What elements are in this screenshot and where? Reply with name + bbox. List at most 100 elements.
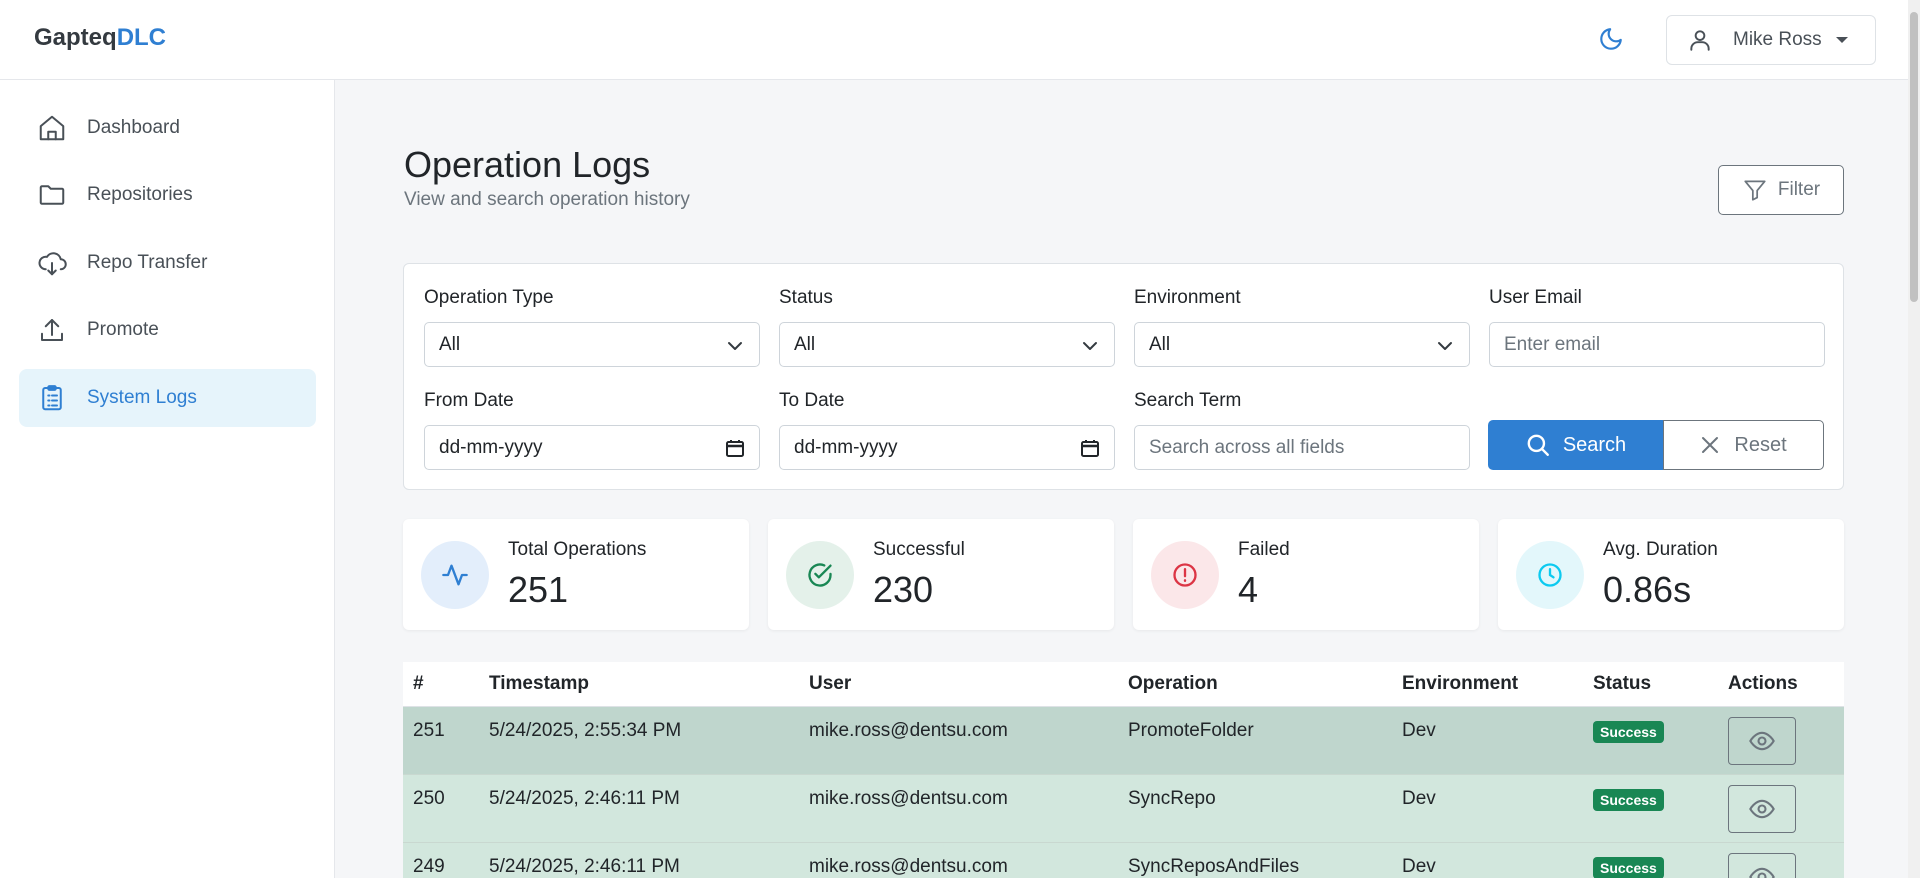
stat-value: 4 (1238, 569, 1259, 610)
to-date-label: To Date (779, 390, 845, 411)
stat-card-avg-duration: Avg. Duration 0.86s (1498, 519, 1844, 630)
operation-type-select[interactable]: All (424, 322, 760, 367)
brand-name: Gapteq (34, 24, 117, 51)
cell-operation: PromoteFolder (1128, 720, 1254, 741)
user-name: Mike Ross (1733, 29, 1822, 50)
operation-type-label: Operation Type (424, 287, 554, 308)
stat-label: Successful (873, 539, 965, 560)
search-button-label: Search (1562, 433, 1627, 456)
clipboard-list-icon (42, 385, 62, 411)
user-menu-button[interactable]: Mike Ross (1666, 15, 1876, 65)
view-details-button[interactable] (1728, 853, 1796, 878)
chevron-down-icon (1083, 342, 1097, 350)
cell-timestamp: 5/24/2025, 2:55:34 PM (489, 720, 682, 741)
stat-card-total-operations: Total Operations 251 (403, 519, 749, 630)
from-date-label: From Date (424, 390, 514, 411)
alert-circle-icon (1151, 541, 1219, 609)
cell-environment: Dev (1402, 856, 1436, 877)
column-header: Operation (1128, 673, 1218, 694)
close-icon (1702, 437, 1719, 453)
status-badge: Success (1593, 721, 1664, 743)
calendar-icon[interactable] (1080, 438, 1100, 458)
cell-environment: Dev (1402, 788, 1436, 809)
upload-icon (41, 319, 63, 341)
user-email-label: User Email (1489, 287, 1582, 308)
to-date-placeholder: dd-mm-yyyy (794, 436, 898, 458)
sidebar-item-dashboard[interactable]: Dashboard (19, 99, 316, 157)
brand-logo[interactable]: GapteqDLC (34, 24, 166, 52)
operation-type-value: All (439, 333, 461, 355)
column-header: Actions (1728, 673, 1798, 694)
search-term-placeholder: Search across all fields (1149, 436, 1345, 458)
status-select[interactable]: All (779, 322, 1115, 367)
search-icon (1527, 434, 1549, 456)
column-header: Environment (1402, 673, 1519, 694)
environment-label: Environment (1134, 287, 1241, 308)
chevron-down-icon (728, 342, 742, 350)
scrollbar-thumb[interactable] (1910, 12, 1918, 302)
stat-card-successful: Successful 230 (768, 519, 1114, 630)
search-term-input[interactable]: Search across all fields (1134, 425, 1470, 470)
cell-user: mike.ross@dentsu.com (809, 788, 1008, 809)
stat-label: Total Operations (508, 539, 647, 560)
table-row[interactable]: 251 5/24/2025, 2:55:34 PM mike.ross@dent… (403, 707, 1844, 775)
cell-timestamp: 5/24/2025, 2:46:11 PM (489, 788, 680, 809)
calendar-icon[interactable] (725, 438, 745, 458)
moon-icon (1600, 28, 1622, 50)
sidebar-item-repo-transfer[interactable]: Repo Transfer (19, 234, 316, 292)
page-scrollbar[interactable] (1908, 0, 1920, 878)
stat-card-failed: Failed 4 (1133, 519, 1479, 630)
brand-suffix: DLC (116, 24, 167, 51)
eye-icon (1749, 731, 1775, 751)
reset-button[interactable]: Reset (1663, 420, 1824, 470)
eye-icon (1749, 867, 1775, 878)
table-header: # Timestamp User Operation Environment S… (403, 662, 1844, 707)
search-button[interactable]: Search (1488, 420, 1663, 470)
sidebar-item-label: Repositories (87, 184, 193, 205)
chevron-down-icon (1438, 342, 1452, 350)
caret-down-icon (1835, 37, 1848, 43)
view-details-button[interactable] (1728, 785, 1796, 833)
sidebar-item-repositories[interactable]: Repositories (19, 166, 316, 224)
home-icon (39, 115, 65, 141)
operation-logs-table: # Timestamp User Operation Environment S… (403, 662, 1844, 878)
stat-value: 251 (508, 569, 569, 610)
search-term-label: Search Term (1134, 390, 1242, 411)
filter-button-label: Filter (1777, 179, 1821, 200)
stat-value: 230 (873, 569, 934, 610)
from-date-input[interactable]: dd-mm-yyyy (424, 425, 760, 470)
stat-value: 0.86s (1603, 569, 1692, 610)
filter-icon (1744, 180, 1766, 201)
cloud-download-icon (38, 252, 67, 276)
sidebar-item-system-logs[interactable]: System Logs (19, 369, 316, 427)
cell-timestamp: 5/24/2025, 2:46:11 PM (489, 856, 680, 877)
sidebar-item-label: System Logs (87, 387, 197, 408)
status-value: All (794, 333, 816, 355)
table-row[interactable]: 250 5/24/2025, 2:46:11 PM mike.ross@dent… (403, 775, 1844, 843)
to-date-input[interactable]: dd-mm-yyyy (779, 425, 1115, 470)
stat-label: Avg. Duration (1603, 539, 1718, 560)
environment-select[interactable]: All (1134, 322, 1470, 367)
user-email-input[interactable]: Enter email (1489, 322, 1825, 367)
cell-id: 251 (413, 720, 445, 741)
column-header: User (809, 673, 852, 694)
page-title: Operation Logs (404, 144, 651, 185)
status-badge: Success (1593, 857, 1664, 878)
theme-toggle-button[interactable] (1596, 24, 1626, 54)
table-row[interactable]: 249 5/24/2025, 2:46:11 PM mike.ross@dent… (403, 843, 1844, 878)
status-badge: Success (1593, 789, 1664, 811)
cell-id: 249 (413, 856, 445, 877)
stat-label: Failed (1238, 539, 1290, 560)
view-details-button[interactable] (1728, 717, 1796, 765)
sidebar-item-label: Repo Transfer (87, 252, 208, 273)
cell-operation: SyncReposAndFiles (1128, 856, 1300, 877)
page-subtitle: View and search operation history (404, 189, 690, 210)
eye-icon (1749, 799, 1775, 819)
folder-icon (39, 185, 65, 205)
clock-icon (1516, 541, 1584, 609)
sidebar-item-label: Promote (87, 319, 159, 340)
sidebar-item-promote[interactable]: Promote (19, 301, 316, 359)
filter-button[interactable]: Filter (1718, 165, 1844, 215)
column-header: # (413, 673, 424, 694)
status-label: Status (779, 287, 833, 308)
